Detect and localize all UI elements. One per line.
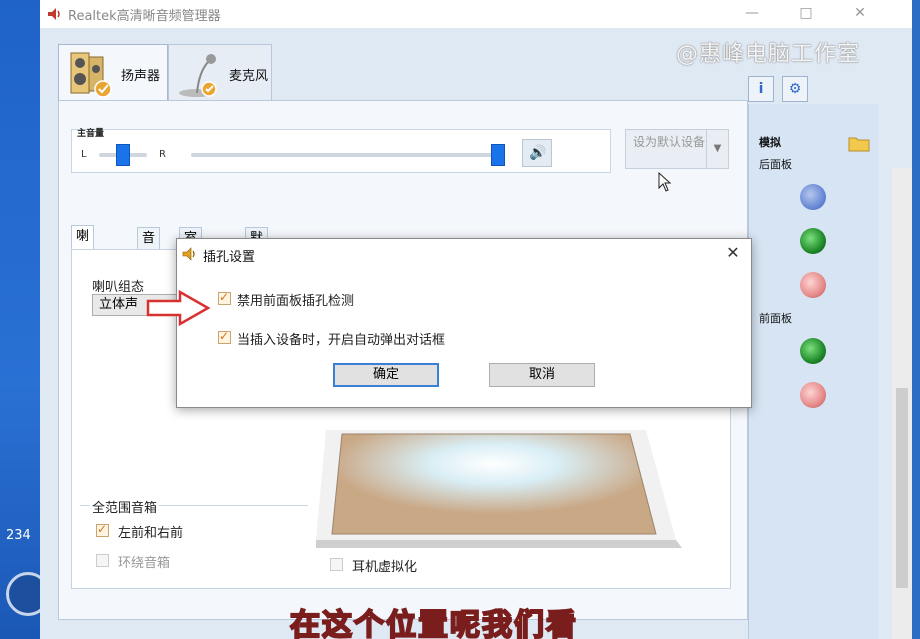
desktop-background: 234 — [0, 0, 50, 639]
tab-speakers-label: 扬声器 — [121, 69, 161, 84]
main-volume-title: 主音量 — [77, 129, 105, 139]
back-panel-label: 后面板 — [759, 158, 792, 171]
speaker-stage-image — [316, 430, 682, 548]
jack-settings-dialog: 插孔设置 ✕ 禁用前面板插孔检测 当插入设备时，开启自动弹出对话框 确定 取消 — [176, 238, 752, 408]
set-default-device-label: 设为默认设备 — [633, 135, 706, 149]
front-lr-label: 左前和右前 — [118, 526, 184, 541]
volume-slider-track — [191, 153, 501, 157]
close-button[interactable]: ✕ — [840, 2, 880, 24]
tab-microphone-label: 麦克风 — [229, 69, 269, 84]
balance-right-label: R — [159, 149, 166, 160]
set-default-device-dropdown[interactable]: 设为默认设备 ▼ — [625, 129, 729, 169]
info-button[interactable]: i — [748, 76, 774, 102]
disable-front-jack-detection-checkbox[interactable] — [218, 290, 231, 305]
red-arrow-icon — [146, 290, 211, 326]
auto-popup-label: 当插入设备时，开启自动弹出对话框 — [237, 333, 446, 348]
desktop-label: 234 — [6, 528, 31, 543]
microphone-icon — [179, 54, 217, 97]
front-panel-label: 前面板 — [759, 312, 792, 325]
gear-icon: ⚙ — [788, 81, 802, 97]
speaker-config-label: 喇叭组态 — [92, 280, 145, 295]
back-pink-jack[interactable] — [800, 272, 826, 298]
speaker-cabinet-icon — [70, 52, 112, 98]
cancel-button[interactable]: 取消 — [489, 363, 595, 387]
headphone-virtualization-checkbox[interactable] — [330, 558, 343, 571]
maximize-button[interactable]: □ — [786, 2, 826, 24]
tab-microphone[interactable]: 麦克风 — [168, 44, 272, 100]
ok-button[interactable]: 确定 — [333, 363, 439, 387]
speaker-icon — [182, 247, 195, 261]
scrollbar-thumb[interactable] — [896, 388, 908, 588]
front-green-jack[interactable] — [800, 338, 826, 364]
front-pink-jack[interactable] — [800, 382, 826, 408]
video-caption: 在这个位置呢我们看 — [289, 607, 578, 639]
auto-popup-checkbox[interactable] — [218, 329, 231, 344]
watermark-text: @惠峰电脑工作室 — [676, 42, 861, 67]
minimize-button[interactable]: — — [732, 2, 772, 24]
balance-left-label: L — [81, 149, 87, 160]
tab-speakers[interactable]: 扬声器 — [58, 44, 168, 100]
surround-checkbox[interactable] — [96, 554, 109, 567]
volume-icon: 🔊 — [529, 145, 547, 161]
speaker-icon — [48, 8, 60, 20]
title-bar: Realtek高清晰音频管理器 — □ ✕ — [40, 0, 912, 28]
chevron-down-icon: ▼ — [706, 130, 728, 168]
dialog-close-button[interactable]: ✕ — [721, 241, 745, 265]
headphone-virtualization-label: 耳机虚拟化 — [352, 560, 418, 575]
mute-button[interactable]: 🔊 — [522, 139, 552, 167]
back-blue-jack[interactable] — [800, 184, 826, 210]
volume-slider-thumb[interactable] — [491, 144, 505, 166]
fullrange-group — [80, 505, 308, 585]
dialog-title: 插孔设置 — [203, 250, 256, 265]
scrollbar[interactable] — [892, 168, 912, 639]
surround-label: 环绕音箱 — [118, 556, 171, 571]
front-lr-checkbox[interactable] — [96, 522, 109, 537]
analog-label: 模拟 — [759, 136, 781, 149]
tab-sound-effects[interactable]: 音效 — [137, 227, 161, 267]
cursor-icon — [658, 172, 672, 192]
fullrange-title: 全范围音箱 — [90, 497, 160, 516]
jack-panel: 模拟 后面板 前面板 — [748, 104, 878, 639]
disable-front-jack-detection-label: 禁用前面板插孔检测 — [237, 294, 355, 309]
settings-button[interactable]: ⚙ — [782, 76, 808, 102]
folder-icon[interactable] — [848, 134, 870, 152]
window-title: Realtek高清晰音频管理器 — [68, 9, 221, 24]
back-green-jack[interactable] — [800, 228, 826, 254]
info-icon: i — [758, 81, 764, 97]
balance-slider-thumb[interactable] — [116, 144, 130, 166]
tab-speaker-config[interactable]: 喇叭组态 — [71, 225, 95, 307]
